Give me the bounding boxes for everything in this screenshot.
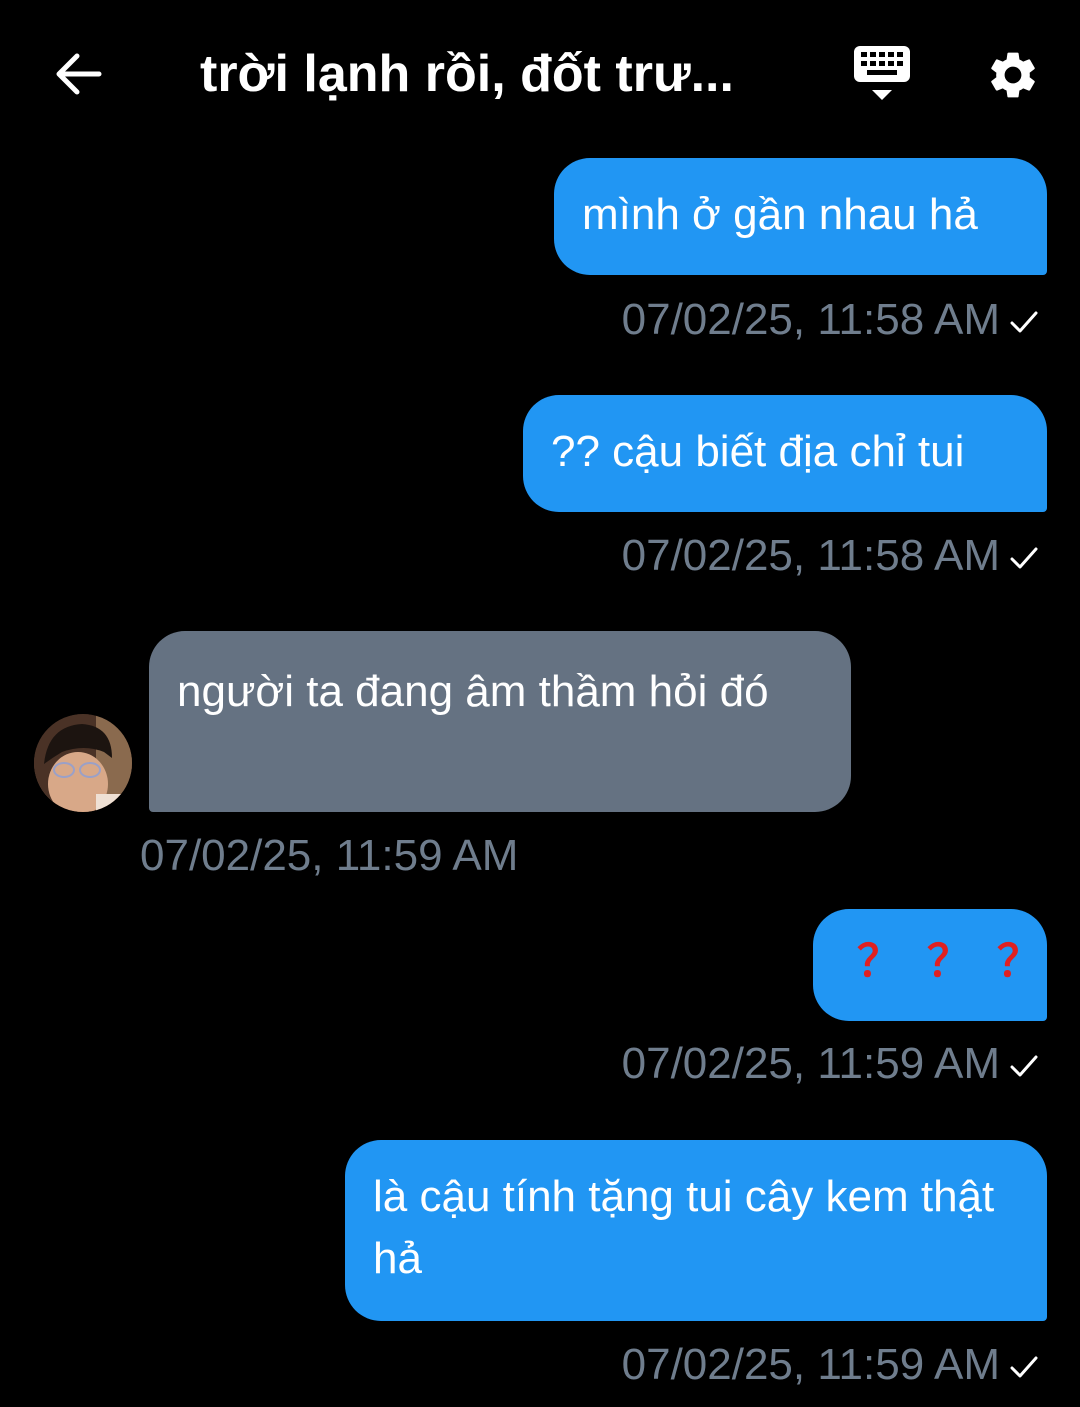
message-bubble-sent[interactable]: là cậu tính tặng tui cây kem thật hả bbox=[345, 1140, 1047, 1321]
back-button[interactable] bbox=[48, 44, 108, 104]
message-text: là cậu tính tặng tui cây kem thật hả bbox=[373, 1172, 995, 1283]
gear-icon bbox=[991, 52, 1035, 98]
message-timestamp: 07/02/25, 11:59 AM bbox=[622, 1038, 1040, 1090]
settings-button[interactable] bbox=[982, 44, 1044, 106]
chat-title[interactable]: trời lạnh rồi, đốt trư... bbox=[200, 42, 800, 106]
message-bubble-sent[interactable]: ?? cậu biết địa chỉ tui bbox=[523, 395, 1047, 512]
message-bubble-received[interactable]: người ta đang âm thầm hỏi đó bbox=[149, 631, 851, 812]
message-timestamp: 07/02/25, 11:58 AM bbox=[622, 530, 1040, 582]
message-timestamp: 07/02/25, 11:59 AM bbox=[140, 831, 519, 880]
message-text: người ta đang âm thầm hỏi đó bbox=[177, 667, 769, 716]
message-text: ？？？ bbox=[857, 936, 1067, 987]
keyboard-icon bbox=[854, 46, 910, 100]
check-icon bbox=[1010, 547, 1038, 569]
message-text: ?? cậu biết địa chỉ tui bbox=[551, 427, 965, 476]
check-icon bbox=[1010, 1356, 1038, 1378]
message-timestamp: 07/02/25, 11:58 AM bbox=[622, 294, 1040, 346]
message-text: mình ở gần nhau hả bbox=[582, 190, 978, 239]
chat-header: trời lạnh rồi, đốt trư... bbox=[0, 0, 1080, 150]
message-bubble-sent[interactable]: mình ở gần nhau hả bbox=[554, 158, 1047, 275]
contact-avatar[interactable] bbox=[34, 714, 132, 812]
message-timestamp: 07/02/25, 11:59 AM bbox=[622, 1339, 1040, 1391]
check-icon bbox=[1010, 1055, 1038, 1077]
check-icon bbox=[1010, 311, 1038, 333]
avatar-photo bbox=[34, 714, 132, 812]
message-bubble-sent[interactable]: ？？？ bbox=[813, 909, 1047, 1021]
back-arrow-icon bbox=[56, 53, 102, 95]
keyboard-button[interactable] bbox=[848, 40, 916, 106]
